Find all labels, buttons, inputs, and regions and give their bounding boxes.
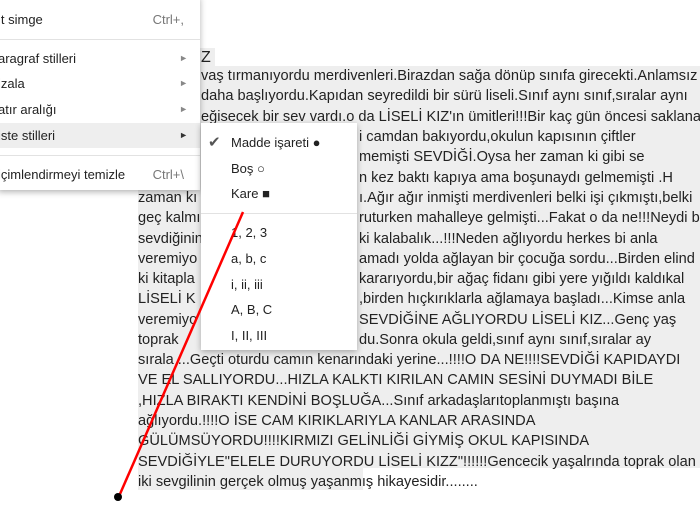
annotation-arrow [114,211,245,501]
arrow-line [118,211,245,495]
arrow-tip-dot [114,493,122,501]
